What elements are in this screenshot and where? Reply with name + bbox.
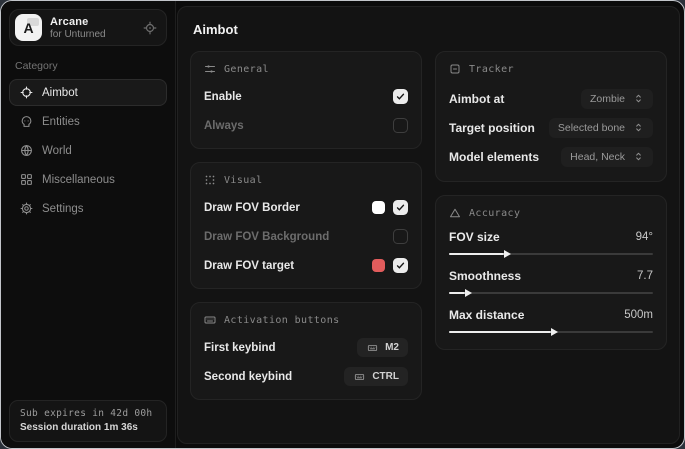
category-label: Category xyxy=(15,60,167,72)
activation-header: Activation buttons xyxy=(204,314,408,326)
keyboard-icon xyxy=(204,314,216,326)
sidebar-item-label: Settings xyxy=(42,203,84,215)
setting-row-second-keybind: Second keybind CTRL xyxy=(204,366,408,387)
app-window: A Arcane for Unturned Category xyxy=(0,0,685,449)
left-column: General Enable Always xyxy=(190,51,422,400)
setting-row-first-keybind: First keybind M2 xyxy=(204,337,408,358)
page-title: Aimbot xyxy=(193,22,667,37)
right-column: Tracker Aimbot at Zombie xyxy=(435,51,667,350)
subscription-card: Sub expires in 42d 00h Session duration … xyxy=(9,400,167,442)
brand-subtitle: for Unturned xyxy=(50,29,106,40)
smoothness-slider[interactable] xyxy=(449,292,653,294)
globe-icon xyxy=(20,144,33,157)
sidebar-item-label: Aimbot xyxy=(42,87,78,99)
brand-name: Arcane xyxy=(50,16,106,28)
max-distance-slider-group: Max distance 500m xyxy=(449,308,653,333)
session-duration: Session duration 1m 36s xyxy=(20,422,156,433)
check-icon xyxy=(396,203,405,212)
unfold-icon xyxy=(633,122,644,133)
accuracy-header: Accuracy xyxy=(449,207,653,219)
check-icon xyxy=(396,92,405,101)
fov-size-slider-group: FOV size 94° xyxy=(449,230,653,255)
dots-grid-icon xyxy=(204,174,216,186)
setting-row-model-elements: Model elements Head, Neck xyxy=(449,144,653,169)
scan-icon xyxy=(449,63,461,75)
sidebar-item-label: World xyxy=(42,145,72,157)
setting-row-aimbot-at: Aimbot at Zombie xyxy=(449,86,653,111)
sidebar-item-entities[interactable]: Entities xyxy=(9,108,167,135)
sub-expiry: Sub expires in 42d 00h xyxy=(20,408,156,419)
main-panel: Aimbot xyxy=(177,6,680,444)
unfold-icon xyxy=(633,93,644,104)
keyboard-icon xyxy=(353,372,366,382)
setting-row-fov-background: Draw FOV Background xyxy=(204,226,408,247)
slider-thumb[interactable] xyxy=(504,250,511,258)
main-area: Aimbot xyxy=(176,1,684,448)
aimbot-at-select[interactable]: Zombie xyxy=(581,89,653,109)
fov-target-checkbox[interactable] xyxy=(393,258,408,273)
setting-row-target-position: Target position Selected bone xyxy=(449,115,653,140)
target-position-select[interactable]: Selected bone xyxy=(549,118,653,138)
setting-row-enable: Enable xyxy=(204,86,408,107)
brand-text: Arcane for Unturned xyxy=(50,16,106,40)
fov-size-slider[interactable] xyxy=(449,253,653,255)
tracker-header: Tracker xyxy=(449,63,653,75)
fov-size-value: 94° xyxy=(636,231,653,243)
max-distance-slider[interactable] xyxy=(449,331,653,333)
fov-border-color-swatch[interactable] xyxy=(372,201,385,214)
target-icon[interactable] xyxy=(143,21,157,35)
fov-border-checkbox[interactable] xyxy=(393,200,408,215)
sidebar-item-label: Miscellaneous xyxy=(42,174,115,186)
smoothness-value: 7.7 xyxy=(637,270,653,282)
unfold-icon xyxy=(633,151,644,162)
grid-icon xyxy=(20,173,33,186)
sidebar-item-miscellaneous[interactable]: Miscellaneous xyxy=(9,166,167,193)
gear-icon xyxy=(20,202,33,215)
general-header: General xyxy=(204,63,408,75)
tracker-card: Tracker Aimbot at Zombie xyxy=(435,51,667,182)
keyboard-icon xyxy=(366,343,379,353)
sidebar: A Arcane for Unturned Category xyxy=(1,1,176,448)
fov-target-color-swatch[interactable] xyxy=(372,259,385,272)
slider-thumb[interactable] xyxy=(551,328,558,336)
second-keybind-button[interactable]: CTRL xyxy=(344,367,408,386)
sliders-icon xyxy=(204,63,216,75)
app-logo: A xyxy=(15,14,42,41)
always-checkbox[interactable] xyxy=(393,118,408,133)
enable-checkbox[interactable] xyxy=(393,89,408,104)
visual-card: Visual Draw FOV Border xyxy=(190,162,422,289)
check-icon xyxy=(396,261,405,270)
max-distance-value: 500m xyxy=(624,309,653,321)
first-keybind-button[interactable]: M2 xyxy=(357,338,408,357)
setting-row-fov-target: Draw FOV target xyxy=(204,255,408,276)
accuracy-card: Accuracy FOV size 94° xyxy=(435,195,667,350)
triangle-icon xyxy=(449,207,461,219)
model-elements-select[interactable]: Head, Neck xyxy=(561,147,653,167)
general-card: General Enable Always xyxy=(190,51,422,149)
slider-thumb[interactable] xyxy=(465,289,472,297)
visual-header: Visual xyxy=(204,174,408,186)
logo-letter: A xyxy=(23,20,33,36)
setting-row-fov-border: Draw FOV Border xyxy=(204,197,408,218)
sidebar-nav: Aimbot Entities xyxy=(9,79,167,222)
sidebar-item-settings[interactable]: Settings xyxy=(9,195,167,222)
sidebar-item-world[interactable]: World xyxy=(9,137,167,164)
brand-card: A Arcane for Unturned xyxy=(9,9,167,46)
crosshair-icon xyxy=(20,86,33,99)
activation-card: Activation buttons First keybind M2 xyxy=(190,302,422,400)
fov-background-checkbox[interactable] xyxy=(393,229,408,244)
setting-row-always: Always xyxy=(204,115,408,136)
sidebar-item-aimbot[interactable]: Aimbot xyxy=(9,79,167,106)
smoothness-slider-group: Smoothness 7.7 xyxy=(449,269,653,294)
sidebar-item-label: Entities xyxy=(42,116,80,128)
skull-icon xyxy=(20,115,33,128)
